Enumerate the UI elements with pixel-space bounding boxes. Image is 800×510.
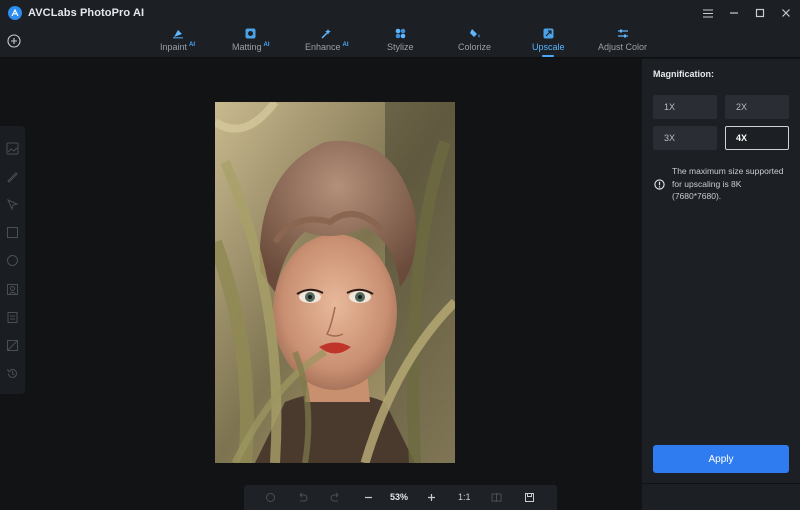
actual-size-button[interactable]: 1:1	[458, 492, 471, 502]
apply-button[interactable]: Apply	[653, 445, 789, 473]
tab-label: Matting	[232, 42, 262, 52]
compare-icon[interactable]	[6, 339, 19, 352]
title-bar: AVCLabs PhotoPro AI	[0, 0, 800, 26]
magnification-2x-button[interactable]: 2X	[725, 95, 789, 119]
tab-label: Upscale	[532, 42, 565, 52]
split-view-icon[interactable]	[490, 491, 502, 503]
tab-enhance[interactable]: Enhance AI	[305, 26, 349, 58]
tab-stylize[interactable]: Stylize	[387, 26, 414, 58]
left-tool-strip	[0, 126, 25, 394]
tab-label: Enhance	[305, 42, 341, 52]
lasso-icon[interactable]	[6, 198, 19, 211]
ellipse-select-icon[interactable]	[6, 254, 19, 267]
rectangle-select-icon[interactable]	[6, 226, 19, 239]
add-image-icon[interactable]	[7, 34, 21, 48]
tab-upscale[interactable]: Upscale	[532, 26, 565, 58]
menu-icon[interactable]	[702, 7, 714, 19]
tab-label: Stylize	[387, 42, 414, 52]
ai-badge: AI	[189, 42, 196, 48]
tab-matting[interactable]: Matting AI	[232, 26, 270, 58]
tab-label: Inpaint	[160, 42, 188, 52]
tab-inpaint[interactable]: Inpaint AI	[160, 26, 195, 58]
history-icon[interactable]	[6, 367, 19, 380]
undo-icon[interactable]	[296, 491, 308, 503]
tab-adjust-color[interactable]: Adjust Color	[598, 26, 647, 58]
portrait-select-icon[interactable]	[6, 283, 19, 296]
upscale-limit-note: The maximum size supported for upscaling…	[672, 166, 784, 201]
brush-icon[interactable]	[6, 170, 19, 183]
app-logo-icon	[8, 6, 22, 20]
document-icon[interactable]	[6, 311, 19, 324]
tool-tabs-bar: Inpaint AI Matting AI Enhance AI Stylize Co…	[0, 26, 800, 58]
matting-icon	[244, 27, 258, 40]
zoom-toolbar: 53% 1:1	[244, 485, 557, 510]
tab-label: Colorize	[458, 42, 492, 52]
zoom-in-icon[interactable]	[425, 491, 437, 503]
close-icon[interactable]	[780, 7, 792, 19]
stylize-icon	[393, 27, 407, 40]
magnification-4x-button[interactable]: 4X	[725, 126, 789, 150]
portrait-photo	[215, 102, 455, 463]
magnification-1x-button[interactable]: 1X	[653, 95, 717, 119]
adjust-color-icon	[616, 27, 630, 40]
ai-badge: AI	[342, 42, 349, 48]
zoom-level: 53%	[390, 492, 409, 502]
app-title: AVCLabs PhotoPro AI	[28, 7, 145, 19]
info-icon	[654, 177, 665, 190]
upscale-panel: Magnification: 1X 2X 3X 4X The maximum s…	[642, 59, 800, 510]
magnification-label: Magnification:	[653, 69, 714, 79]
tab-colorize[interactable]: Colorize	[458, 26, 491, 58]
redo-icon[interactable]	[329, 491, 341, 503]
tab-label: Adjust Color	[598, 42, 648, 52]
colorize-icon	[468, 27, 482, 40]
ai-badge: AI	[263, 42, 270, 48]
active-tab-indicator	[542, 55, 555, 57]
zoom-out-icon[interactable]	[362, 491, 374, 503]
minimize-icon[interactable]	[728, 7, 740, 19]
enhance-icon	[320, 27, 334, 40]
inpaint-icon	[171, 27, 185, 40]
upscale-icon	[541, 27, 555, 40]
maximize-icon[interactable]	[754, 7, 766, 19]
reset-icon[interactable]	[264, 491, 276, 503]
magnification-3x-button[interactable]: 3X	[653, 126, 717, 150]
save-icon[interactable]	[523, 491, 535, 503]
image-tool-icon[interactable]	[6, 142, 19, 155]
panel-divider	[642, 483, 800, 484]
